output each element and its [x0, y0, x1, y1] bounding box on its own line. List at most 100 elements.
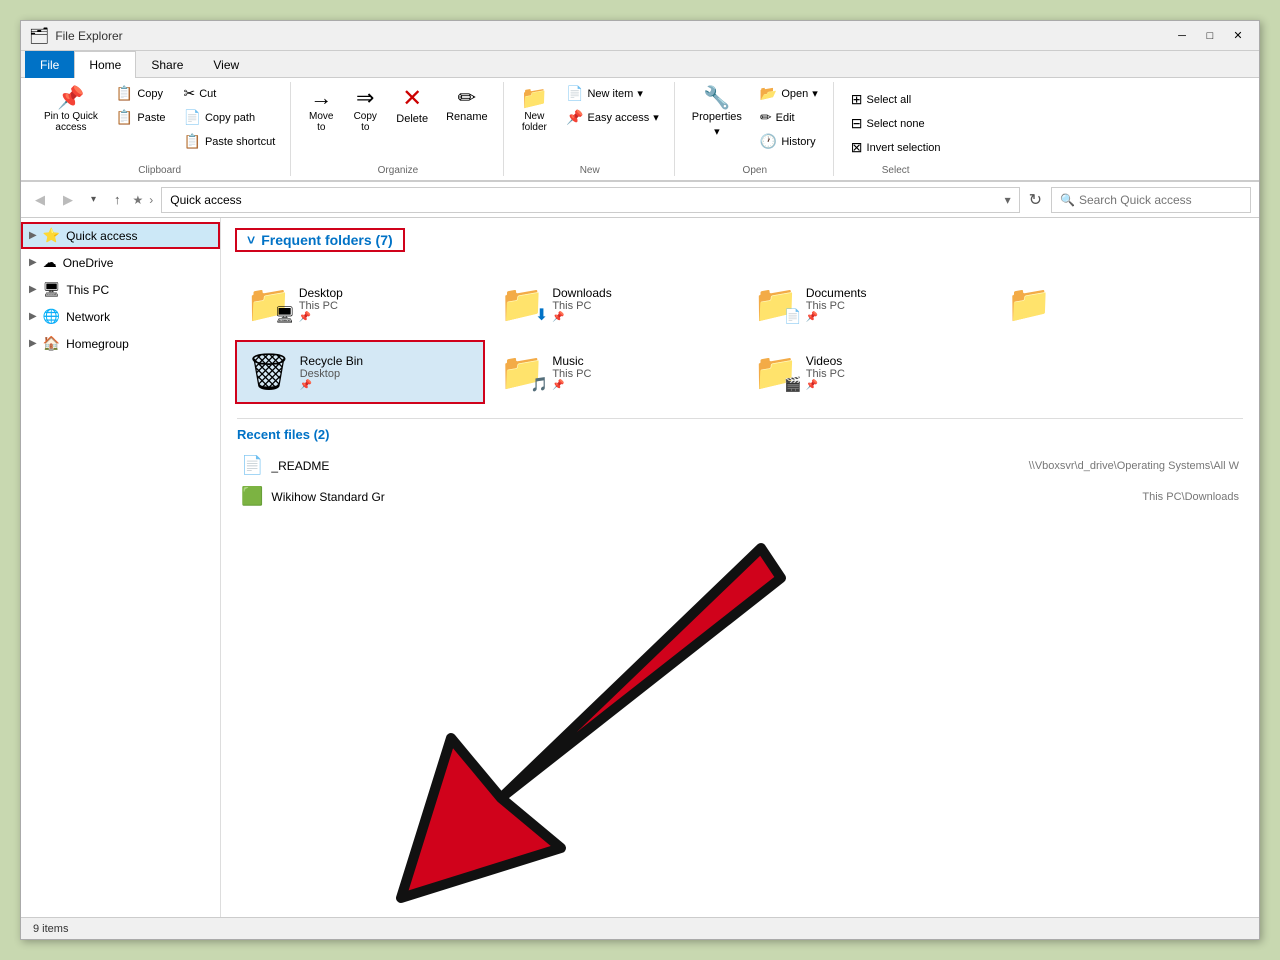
tab-view[interactable]: View — [198, 51, 254, 78]
address-path[interactable]: Quick access ▾ — [161, 187, 1019, 213]
clipboard-label: Clipboard — [138, 161, 181, 176]
search-box[interactable]: 🔍 — [1051, 187, 1251, 213]
search-input[interactable] — [1079, 193, 1242, 207]
content-pane: ˅ Frequent folders (7) 📁 🖥 Desktop This … — [221, 218, 1259, 917]
open-items: 🔧 Properties ▾ 📂 Open ▾ ✏ Edit 🕐 — [685, 82, 825, 159]
sidebar-item-network[interactable]: ▶ 🌐 Network — [21, 303, 220, 330]
history-button[interactable]: 🕐 History — [753, 130, 825, 153]
recent-section: Recent files (2) 📄 _README \\Vboxsvr\d_d… — [237, 427, 1243, 512]
new-items: 📁 New folder 📄 New item ▾ 📌 Easy access … — [514, 82, 666, 159]
sidebar-item-quick-access[interactable]: ▶ ⭐ Quick access — [21, 222, 220, 249]
onedrive-icon: ☁ — [43, 254, 57, 271]
cut-icon: ✂ — [184, 85, 196, 102]
refresh-button[interactable]: ↻ — [1026, 187, 1045, 213]
readme-icon: 📄 — [241, 455, 263, 476]
invert-selection-button[interactable]: ⊠ Invert selection — [844, 136, 948, 159]
close-button[interactable]: ✕ — [1225, 25, 1251, 47]
recent-item-readme[interactable]: 📄 _README \\Vboxsvr\d_drive\Operating Sy… — [237, 450, 1243, 481]
edit-icon: ✏ — [760, 109, 772, 126]
copy-to-button[interactable]: ⇒ Copy to — [345, 82, 385, 138]
edit-button[interactable]: ✏ Edit — [753, 106, 825, 129]
recycle-bin-icon: 🗑 — [246, 351, 292, 392]
up-button[interactable]: ↑ — [108, 188, 127, 211]
delete-button[interactable]: ✕ Delete — [389, 82, 435, 130]
new-item-button[interactable]: 📄 New item ▾ — [559, 82, 666, 105]
select-all-button[interactable]: ⊞ Select all — [844, 88, 948, 111]
documents-overlay-icon: 📄 — [784, 308, 801, 325]
cut-button[interactable]: ✂ Cut — [177, 82, 283, 105]
folder-desktop[interactable]: 📁 🖥 Desktop This PC 📌 — [237, 274, 483, 334]
title-bar: 🗂 File Explorer ─ □ ✕ — [21, 21, 1259, 51]
copy-paste-col: 📋 Copy 📋 Paste — [109, 82, 173, 129]
desktop-overlay-icon: 🖥 — [275, 305, 295, 325]
tab-share[interactable]: Share — [136, 51, 198, 78]
network-icon: 🌐 — [43, 308, 60, 325]
folder-extra[interactable]: 📁 — [998, 274, 1244, 334]
sidebar-item-onedrive[interactable]: ▶ ☁ OneDrive — [21, 249, 220, 276]
app-icon: 🗂 — [29, 26, 49, 46]
recent-locations-button[interactable]: ▾ — [85, 190, 102, 209]
status-bar: 9 items — [21, 917, 1259, 939]
pin-to-quick-button[interactable]: 📌 Pin to Quick access — [37, 82, 105, 138]
title-text: File Explorer — [55, 29, 122, 43]
rename-button[interactable]: ✏ Rename — [439, 82, 495, 128]
move-to-button[interactable]: → Move to — [301, 82, 341, 138]
select-label: Select — [882, 161, 910, 176]
new-actions-col: 📄 New item ▾ 📌 Easy access ▾ — [559, 82, 666, 129]
main-area: ▶ ⭐ Quick access ▶ ☁ OneDrive ▶ 🖥 This P… — [21, 218, 1259, 917]
folder-documents[interactable]: 📁 📄 Documents This PC 📌 — [744, 274, 990, 334]
paste-button[interactable]: 📋 Paste — [109, 106, 173, 129]
sidebar: ▶ ⭐ Quick access ▶ ☁ OneDrive ▶ 🖥 This P… — [21, 218, 221, 917]
window-controls: ─ □ ✕ — [1169, 25, 1251, 47]
folder-music[interactable]: 📁 🎵 Music This PC 📌 — [491, 342, 737, 402]
folder-recycle-bin[interactable]: 🗑 Recycle Bin Desktop 📌 — [237, 342, 483, 402]
open-button[interactable]: 📂 Open ▾ — [753, 82, 825, 105]
easy-access-icon: 📌 — [566, 109, 583, 126]
new-folder-button[interactable]: 📁 New folder — [514, 82, 555, 138]
invert-selection-icon: ⊠ — [851, 139, 863, 156]
easy-access-button[interactable]: 📌 Easy access ▾ — [559, 106, 666, 129]
properties-button[interactable]: 🔧 Properties ▾ — [685, 82, 749, 143]
move-to-icon: → — [310, 87, 332, 109]
organize-items: → Move to ⇒ Copy to ✕ Delete ✏ Rename — [301, 82, 494, 159]
address-bar: ◀ ▶ ▾ ↑ ★ › Quick access ▾ ↻ 🔍 — [21, 182, 1259, 218]
minimize-button[interactable]: ─ — [1169, 25, 1195, 47]
copy-path-icon: 📄 — [184, 109, 201, 126]
maximize-button[interactable]: □ — [1197, 25, 1223, 47]
organize-label: Organize — [378, 161, 419, 176]
clipboard-actions-col: ✂ Cut 📄 Copy path 📋 Paste shortcut — [177, 82, 283, 153]
properties-icon: 🔧 — [703, 87, 730, 109]
copy-icon: 📋 — [116, 85, 133, 102]
open-group: 🔧 Properties ▾ 📂 Open ▾ ✏ Edit 🕐 — [677, 82, 834, 176]
folder-downloads[interactable]: 📁 ⬇ Downloads This PC 📌 — [491, 274, 737, 334]
recent-files-header: Recent files (2) — [237, 427, 329, 442]
select-none-icon: ⊟ — [851, 115, 863, 132]
ribbon: 📌 Pin to Quick access 📋 Copy 📋 Paste — [21, 78, 1259, 182]
select-group: ⊞ Select all ⊟ Select none ⊠ Invert sele… — [836, 82, 956, 176]
select-items: ⊞ Select all ⊟ Select none ⊠ Invert sele… — [844, 82, 948, 159]
sidebar-item-homegroup[interactable]: ▶ 🏠 Homegroup — [21, 330, 220, 357]
back-button[interactable]: ◀ — [29, 188, 51, 212]
copy-button[interactable]: 📋 Copy — [109, 82, 173, 105]
recent-item-wikihow[interactable]: 🟩 Wikihow Standard Gr This PC\Downloads — [237, 481, 1243, 512]
tab-home[interactable]: Home — [74, 51, 136, 78]
open-icon: 📂 — [760, 85, 777, 102]
history-icon: 🕐 — [760, 133, 777, 150]
sidebar-item-this-pc[interactable]: ▶ 🖥 This PC — [21, 276, 220, 303]
paste-shortcut-icon: 📋 — [184, 133, 201, 150]
select-none-button[interactable]: ⊟ Select none — [844, 112, 948, 135]
organize-group: → Move to ⇒ Copy to ✕ Delete ✏ Rename Or… — [293, 82, 503, 176]
paste-shortcut-button[interactable]: 📋 Paste shortcut — [177, 130, 283, 153]
search-icon: 🔍 — [1060, 193, 1075, 207]
new-item-icon: 📄 — [566, 85, 583, 102]
wikihow-icon: 🟩 — [241, 486, 263, 507]
divider — [237, 418, 1243, 419]
this-pc-icon: 🖥 — [43, 281, 61, 298]
copy-path-button[interactable]: 📄 Copy path — [177, 106, 283, 129]
folder-videos[interactable]: 📁 🎬 Videos This PC 📌 — [744, 342, 990, 402]
quick-access-icon: ⭐ — [43, 227, 60, 244]
tab-file[interactable]: File — [25, 51, 74, 78]
open-actions-col: 📂 Open ▾ ✏ Edit 🕐 History — [753, 82, 825, 153]
forward-button[interactable]: ▶ — [57, 188, 79, 212]
clipboard-group: 📌 Pin to Quick access 📋 Copy 📋 Paste — [29, 82, 291, 176]
